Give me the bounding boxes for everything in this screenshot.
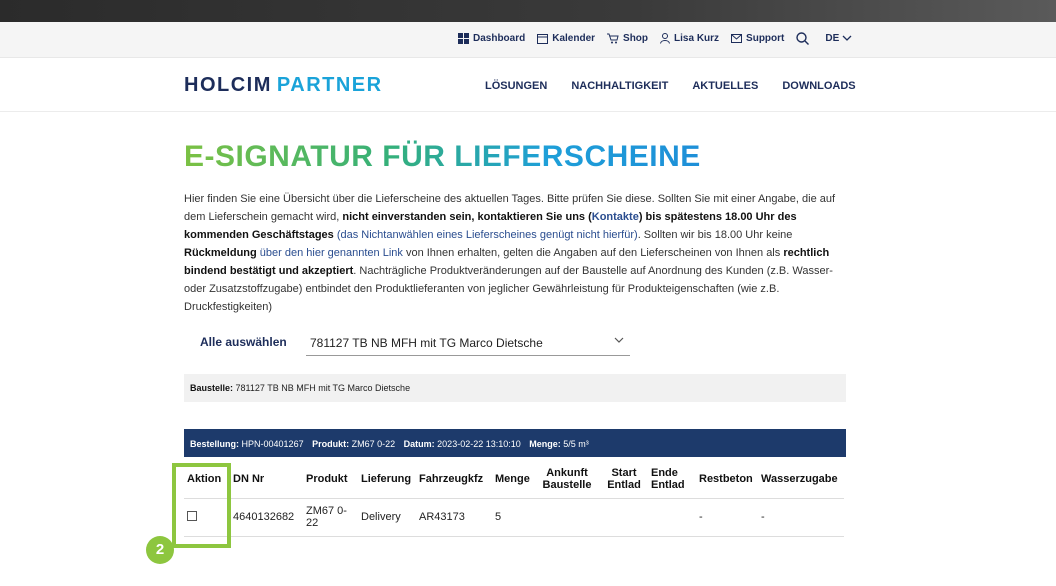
cell-lieferung: Delivery <box>358 497 416 537</box>
cell-ende <box>648 497 696 537</box>
cell-start <box>600 497 648 537</box>
baustelle-box: Baustelle: 781127 TB NB MFH mit TG Marco… <box>184 374 846 402</box>
intro-b1: nicht einverstanden sein, kontaktieren S… <box>342 211 592 223</box>
datum-value: 2023-02-22 13:10:10 <box>437 439 521 449</box>
intro-t3: . Sollten wir bis 18.00 Uhr keine <box>637 229 793 241</box>
nav-loesungen[interactable]: LÖSUNGEN <box>485 80 547 92</box>
select-all-button[interactable]: Alle auswählen <box>200 335 287 349</box>
nav-downloads[interactable]: DOWNLOADS <box>782 80 855 92</box>
table-row: 4640132682 ZM67 0-22 Delivery AR43173 5 … <box>184 497 844 537</box>
delivery-table: Aktion DN Nr Produkt Lieferung Fahrzeugk… <box>184 460 844 537</box>
menge-value: 5/5 m³ <box>563 439 589 449</box>
shop-label: Shop <box>623 33 649 44</box>
page-title: E-SIGNATUR FÜR LIEFERSCHEINE <box>184 140 701 173</box>
nav-nachhaltigkeit[interactable]: NACHHALTIGKEIT <box>571 80 668 92</box>
col-produkt: Produkt <box>306 472 348 485</box>
order-header: Bestellung: HPN-00401267 Produkt: ZM67 0… <box>184 429 846 457</box>
cell-menge: 5 <box>492 497 534 537</box>
browser-top-band <box>0 0 1056 22</box>
site-dropdown-value: 781127 TB NB MFH mit TG Marco Dietsche <box>310 336 543 350</box>
col-wasser: Wasserzugabe <box>761 472 838 485</box>
calendar-icon <box>537 34 549 44</box>
shop-link[interactable]: Shop <box>607 33 648 44</box>
cell-ankunft <box>534 497 600 537</box>
datum-label: Datum: <box>403 439 435 449</box>
intro-t2: (das Nichtanwählen eines Lieferscheines … <box>333 229 638 241</box>
cell-wasser: - <box>758 497 844 537</box>
mail-icon <box>731 34 743 43</box>
cell-restbeton: - <box>696 497 758 537</box>
bestellung-value: HPN-00401267 <box>241 439 304 449</box>
support-link[interactable]: Support <box>731 33 784 44</box>
contacts-link[interactable]: Kontakte <box>592 211 639 223</box>
dashboard-icon <box>458 33 469 44</box>
step-highlight-box <box>172 463 231 548</box>
chevron-down-icon <box>614 337 624 343</box>
baustelle-value: 781127 TB NB MFH mit TG Marco Dietsche <box>233 383 411 393</box>
user-icon <box>660 33 671 44</box>
logo-partner: PARTNER <box>276 74 383 96</box>
col-lieferung: Lieferung <box>361 472 412 485</box>
col-fahrzeug: Fahrzeugkfz <box>419 472 484 485</box>
intro-link-text[interactable]: über den hier genannten Link <box>257 247 403 259</box>
search-icon <box>796 32 810 45</box>
produkt-value: ZM67 0-22 <box>351 439 396 449</box>
produkt-label: Produkt: <box>312 439 350 449</box>
holcim-partner-logo[interactable]: HOLCIM PARTNER <box>184 74 383 97</box>
step-badge: 2 <box>146 536 174 564</box>
table-header-row: Aktion DN Nr Produkt Lieferung Fahrzeugk… <box>184 460 844 498</box>
col-ende: Ende Entlad <box>651 466 685 491</box>
nav-aktuelles[interactable]: AKTUELLES <box>692 80 758 92</box>
baustelle-label: Baustelle: <box>190 383 234 393</box>
col-dn: DN Nr <box>233 472 265 485</box>
kalender-label: Kalender <box>552 33 596 44</box>
language-select[interactable]: DE <box>825 33 856 44</box>
main-nav: HOLCIM PARTNER LÖSUNGEN NACHHALTIGKEIT AK… <box>0 58 1056 112</box>
support-label: Support <box>746 33 785 44</box>
kalender-link[interactable]: Kalender <box>537 33 595 44</box>
dashboard-label: Dashboard <box>473 33 526 44</box>
bestellung-label: Bestellung: <box>190 439 240 449</box>
chevron-down-icon <box>842 35 852 41</box>
user-menu[interactable]: Lisa Kurz <box>660 33 719 44</box>
page: Dashboard Kalender Shop Lisa Kurz Suppor… <box>0 0 1056 586</box>
cell-dn: 4640132682 <box>230 497 303 537</box>
cell-fahrzeug: AR43173 <box>416 497 492 537</box>
col-restbeton: Restbeton <box>699 472 753 485</box>
col-ankunft: Ankunft Baustelle <box>542 466 592 491</box>
col-menge: Menge <box>495 472 530 485</box>
menge-label: Menge: <box>529 439 561 449</box>
logo-holcim: HOLCIM <box>184 74 272 96</box>
user-name: Lisa Kurz <box>674 33 720 44</box>
cell-produkt: ZM67 0-22 <box>303 497 358 537</box>
dashboard-link[interactable]: Dashboard <box>458 33 525 44</box>
language-label: DE <box>825 33 840 44</box>
search-button[interactable] <box>796 32 813 45</box>
col-start: Start Entlad <box>607 466 641 491</box>
utility-bar: Dashboard Kalender Shop Lisa Kurz Suppor… <box>0 22 1056 58</box>
site-dropdown[interactable]: 781127 TB NB MFH mit TG Marco Dietsche <box>306 330 630 356</box>
cart-icon <box>607 33 619 44</box>
intro-b3: Rückmeldung <box>184 247 257 259</box>
intro-text: Hier finden Sie eine Übersicht über die … <box>184 190 848 316</box>
intro-t5: von Ihnen erhalten, gelten die Angaben a… <box>402 247 784 259</box>
